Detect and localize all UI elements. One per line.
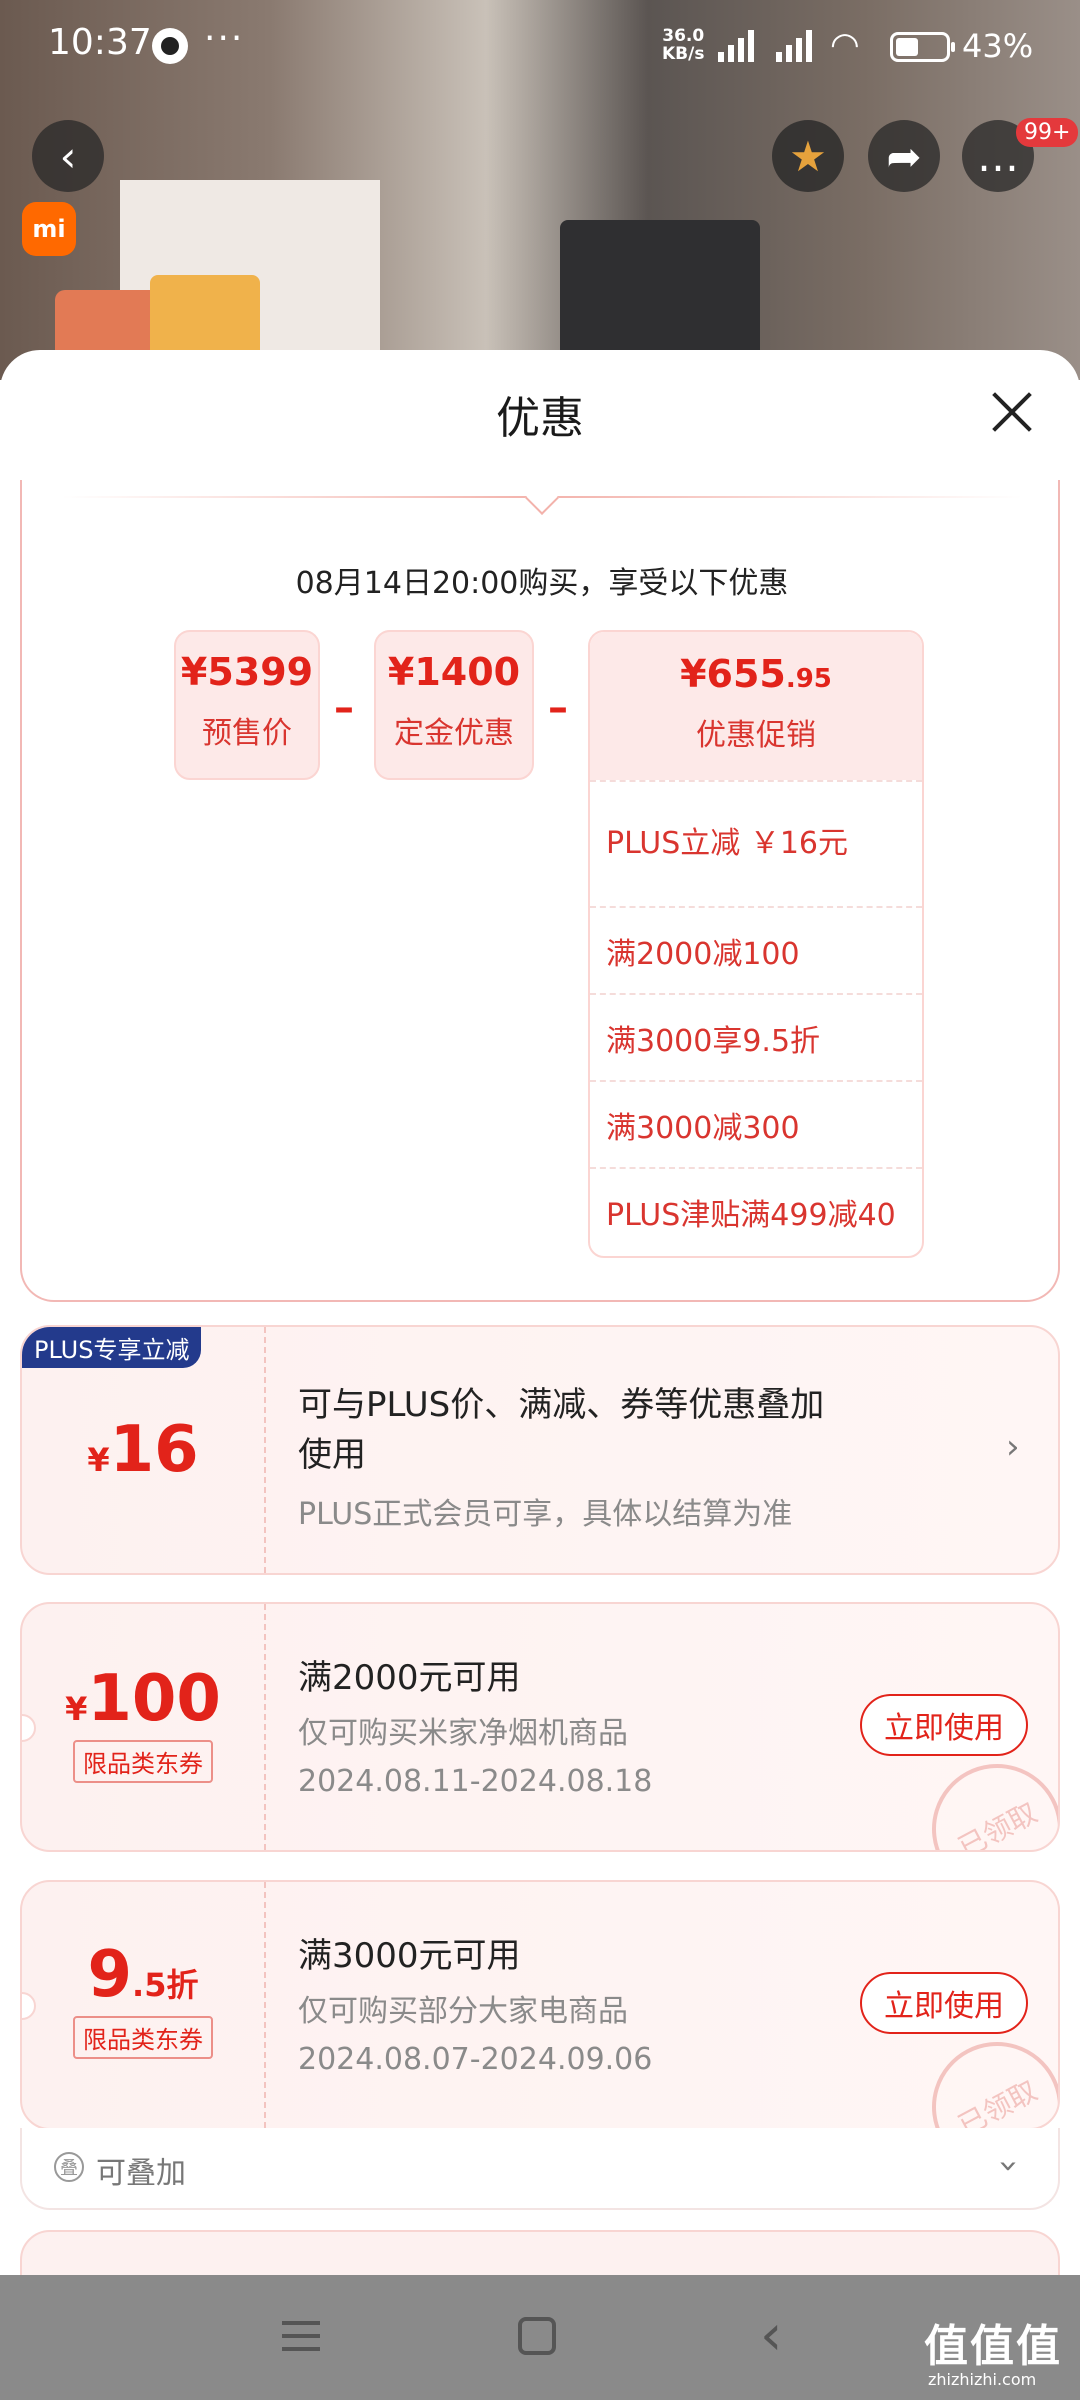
notification-badge: 99+ [1016, 118, 1079, 147]
brand-logo: mi [22, 202, 76, 256]
coupon-currency: ¥ [65, 1690, 88, 1728]
wifi-icon: ◠ [830, 25, 860, 65]
stackable-label: 可叠加 [96, 2156, 186, 2191]
promo-amount: ¥655 [680, 652, 786, 696]
share-button[interactable]: ➦ [868, 120, 940, 192]
summary-headline: 08月14日20:00购买，享受以下优惠 [295, 566, 789, 601]
status-more-icon: ··· [204, 18, 245, 59]
home-icon[interactable] [518, 2317, 556, 2355]
coupon-card: ¥100 限品类东券 满2000元可用 仅可购买米家净烟机商品 2024.08.… [20, 1602, 1060, 1852]
battery-percent: 43% [962, 27, 1034, 65]
coupon-card: 9.5折 限品类东券 满3000元可用 仅可购买部分大家电商品 2024.08.… [20, 1880, 1060, 2130]
plus-subtitle: PLUS正式会员可享，具体以结算为准 [298, 1497, 793, 1532]
promo-item: 满3000减300 [590, 1080, 922, 1167]
share-icon: ➦ [886, 131, 922, 181]
promo-item: PLUS立减 ￥16元 [590, 780, 922, 906]
system-nav-bar: ‹ [0, 2275, 1080, 2400]
promo-item: PLUS津贴满499减40 [590, 1167, 922, 1254]
claimed-stamp: 已领取 [909, 1741, 1058, 1850]
chevron-down-icon: › [988, 2159, 1029, 2173]
promo-amount-decimal: .95 [785, 664, 832, 694]
status-time: 10:37 [48, 22, 152, 63]
promo-header: ¥655.95 优惠促销 [590, 632, 922, 780]
coupon-tag: 限品类东券 [73, 1740, 213, 1783]
plus-title-line2: 使用 [298, 1435, 366, 1475]
menu-icon[interactable] [282, 2321, 320, 2353]
plus-title-line1: 可与PLUS价、满减、券等优惠叠加 [298, 1385, 825, 1425]
chevron-left-icon: ‹ [59, 131, 77, 181]
coupon-desc: 仅可购买米家净烟机商品 [298, 1716, 628, 1751]
stack-icon: 叠 [54, 2152, 84, 2182]
discount-sheet: 优惠 08月14日20:00购买，享受以下优惠 ¥5399 预售价 – ¥140… [0, 350, 1080, 2275]
battery-icon [890, 32, 955, 62]
chevron-right-icon: › [1006, 1427, 1020, 1467]
presale-amount: ¥5399 [180, 650, 314, 694]
coupon-dates: 2024.08.07-2024.09.06 [298, 2042, 653, 2077]
coupon-discount-decimal: .5折 [132, 1966, 199, 2004]
coupon-desc: 仅可购买部分大家电商品 [298, 1994, 628, 2029]
deposit-discount-box: ¥1400 定金优惠 [374, 630, 534, 780]
coupon-tag: 限品类东券 [73, 2016, 213, 2059]
net-speed: 36.0 KB/s [662, 26, 705, 64]
coupon-title: 满2000元可用 [298, 1658, 521, 1698]
use-now-button[interactable]: 立即使用 [860, 1694, 1028, 1756]
status-bar: 10:37 ··· 36.0 KB/s ◠ 43% [0, 0, 1080, 90]
close-icon[interactable] [990, 390, 1034, 434]
plus-badge: PLUS专享立减 [22, 1327, 202, 1368]
back-button[interactable]: ‹ [32, 120, 104, 192]
promo-item: 满3000享9.5折 [590, 993, 922, 1080]
clock-icon [152, 28, 188, 64]
signal-icon-2 [776, 28, 820, 62]
more-icon: … [977, 131, 1019, 181]
coupon-discount: 9 [87, 1938, 133, 2012]
promo-item: 满2000减100 [590, 906, 922, 993]
claimed-stamp: 已领取 [909, 2019, 1058, 2128]
plus-currency: ¥ [87, 1441, 110, 1479]
minus-sign: – [334, 685, 354, 731]
deposit-amount: ¥1400 [387, 650, 521, 694]
plus-amount: 16 [109, 1413, 199, 1487]
favorite-button[interactable]: ★ [772, 120, 844, 192]
coupon-card-partial [20, 2230, 1060, 2275]
deposit-label: 定金优惠 [394, 716, 514, 751]
discount-summary-card: 08月14日20:00购买，享受以下优惠 ¥5399 预售价 – ¥1400 定… [20, 480, 1060, 1302]
plus-discount-card[interactable]: PLUS专享立减 ¥16 可与PLUS价、满减、券等优惠叠加 使用 PLUS正式… [20, 1325, 1060, 1575]
coupon-title: 满3000元可用 [298, 1936, 521, 1976]
watermark-url: zhizhizhi.com [928, 2370, 1037, 2389]
presale-price-box: ¥5399 预售价 [174, 630, 320, 780]
promo-column: ¥655.95 优惠促销 PLUS立减 ￥16元 满2000减100 满3000… [588, 630, 924, 1258]
signal-icon [718, 28, 762, 62]
promo-label: 优惠促销 [696, 718, 816, 753]
sheet-title: 优惠 [496, 393, 584, 444]
coupon-amount: 100 [87, 1662, 221, 1736]
stackable-row[interactable]: 叠 可叠加 › [20, 2128, 1060, 2210]
star-icon: ★ [789, 131, 827, 181]
minus-sign: – [548, 685, 568, 731]
coupon-dates: 2024.08.11-2024.08.18 [298, 1764, 653, 1799]
back-nav-icon[interactable]: ‹ [760, 2303, 782, 2368]
presale-label: 预售价 [202, 716, 292, 751]
use-now-button[interactable]: 立即使用 [860, 1972, 1028, 2034]
watermark-logo: 值值值 [924, 2321, 1062, 2372]
